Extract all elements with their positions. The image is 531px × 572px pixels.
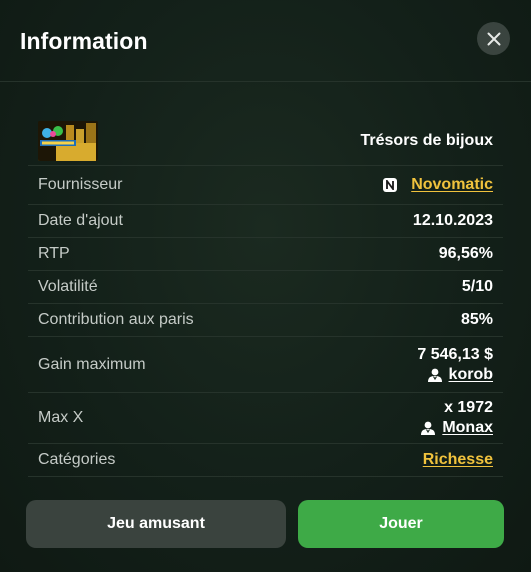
contribution-value: 85% <box>460 311 493 328</box>
max-x-value: x 1972 <box>444 399 493 416</box>
rtp-value: 96,56% <box>438 245 493 262</box>
max-x-user-link[interactable]: Monax <box>420 419 493 437</box>
modal-title: Information <box>20 28 148 54</box>
volatility-row: Volatilité 5/10 <box>28 271 503 304</box>
volatility-value: 5/10 <box>461 278 493 295</box>
demo-play-button[interactable]: Jeu amusant <box>26 500 286 548</box>
category-link[interactable]: Richesse <box>423 451 493 469</box>
max-win-row: Gain maximum 7 546,13 $ korob <box>28 337 503 393</box>
close-icon <box>487 32 500 45</box>
max-x-user-name: Monax <box>442 419 493 436</box>
contribution-row: Contribution aux paris 85% <box>28 304 503 337</box>
date-value: 12.10.2023 <box>412 212 493 229</box>
game-thumbnail <box>38 120 98 161</box>
modal-header: Information <box>0 0 531 82</box>
volatility-label: Volatilité <box>38 278 98 295</box>
provider-value-wrap: Novomatic <box>383 176 493 194</box>
max-x-value-wrap: x 1972 Monax <box>420 399 493 437</box>
contribution-label: Contribution aux paris <box>38 311 194 328</box>
rtp-row: RTP 96,56% <box>28 238 503 271</box>
max-x-row: Max X x 1972 Monax <box>28 393 503 444</box>
max-win-value-wrap: 7 546,13 $ korob <box>417 346 493 384</box>
max-win-user-name: korob <box>448 365 493 383</box>
user-icon <box>421 421 436 435</box>
max-win-label: Gain maximum <box>38 355 146 373</box>
rtp-label: RTP <box>38 245 70 262</box>
max-x-label: Max X <box>38 409 84 426</box>
categories-label: Catégories <box>38 451 116 468</box>
provider-link[interactable]: Novomatic <box>411 176 493 194</box>
game-row: Trésors de bijoux <box>28 116 503 166</box>
max-win-value: 7 546,13 $ <box>417 345 493 363</box>
game-name: Trésors de bijoux <box>360 131 493 149</box>
novomatic-logo-icon <box>383 178 398 192</box>
user-icon <box>427 368 442 382</box>
categories-row: Catégories Richesse <box>28 444 503 477</box>
provider-row: Fournisseur Novomatic <box>28 166 503 205</box>
play-button[interactable]: Jouer <box>298 500 504 548</box>
info-table: Trésors de bijoux Fournisseur Novomatic … <box>28 116 503 477</box>
max-win-user-link[interactable]: korob <box>427 366 493 384</box>
close-button[interactable] <box>477 22 510 55</box>
provider-label: Fournisseur <box>38 176 123 193</box>
date-row: Date d'ajout 12.10.2023 <box>28 205 503 238</box>
date-label: Date d'ajout <box>38 212 123 229</box>
